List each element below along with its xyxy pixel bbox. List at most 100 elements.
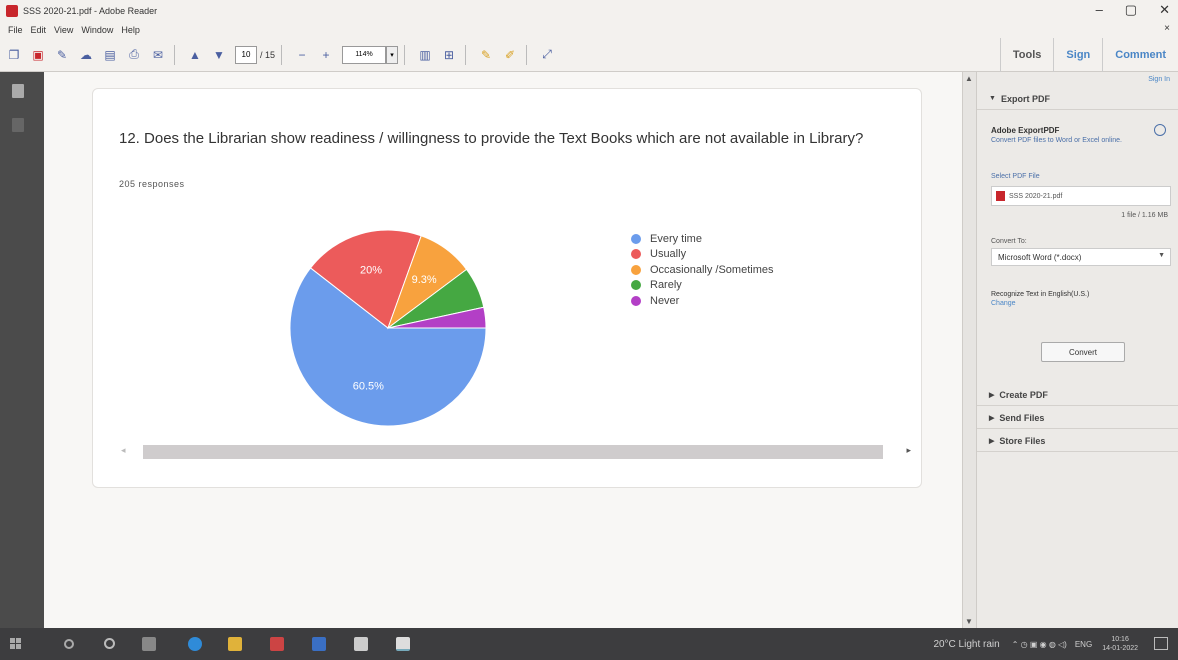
legend-swatch	[631, 264, 641, 275]
print-icon[interactable]: ⎙	[124, 45, 144, 65]
cortana-icon[interactable]	[104, 638, 115, 649]
legend-swatch	[631, 233, 641, 244]
create-pdf-label: Create PDF	[999, 389, 1048, 400]
menu-window[interactable]: Window	[81, 25, 113, 35]
system-tray: 20°C Light rain ⌃ ◷ ▣ ◉ ◍ ◁) ENG 10:16 1…	[933, 628, 1138, 660]
open-icon[interactable]: ❐	[4, 45, 24, 65]
save-icon[interactable]: ▤	[100, 45, 120, 65]
email-icon[interactable]: ✉	[148, 45, 168, 65]
clock[interactable]: 10:16 14-01-2022	[1102, 635, 1138, 653]
vertical-scrollbar[interactable]: ▲ ▼	[962, 72, 976, 628]
sign-tab[interactable]: Sign	[1053, 38, 1102, 72]
legend-swatch	[631, 295, 641, 306]
export-description: Convert PDF files to Word or Excel onlin…	[991, 137, 1122, 144]
adobe-reader-icon	[6, 5, 18, 17]
create-pdf-icon[interactable]: ▣	[28, 45, 48, 65]
clock-time: 10:16	[1111, 636, 1129, 643]
tools-tab[interactable]: Tools	[999, 38, 1054, 72]
close-document-button[interactable]: ×	[1164, 23, 1170, 34]
window-title: SSS 2020-21.pdf - Adobe Reader	[23, 6, 158, 16]
legend-label: Occasionally /Sometimes	[650, 263, 774, 276]
pdf-file-icon	[996, 191, 1005, 201]
edge-browser-icon[interactable]	[188, 637, 202, 651]
legend-swatch	[631, 249, 641, 260]
language-indicator[interactable]: ENG	[1075, 640, 1092, 649]
zoom-dropdown-icon[interactable]: ▾	[386, 45, 399, 64]
legend-label: Rarely	[650, 279, 682, 292]
fullscreen-icon[interactable]: ⤢	[537, 45, 557, 65]
weather-widget[interactable]: 20°C Light rain	[933, 639, 999, 650]
clock-date: 14-01-2022	[1102, 645, 1138, 652]
pie-data-label: 20%	[360, 265, 382, 277]
create-pdf-header[interactable]: ▶ Create PDF	[977, 384, 1178, 406]
scroll-up-icon[interactable]: ▲	[965, 74, 973, 83]
info-icon[interactable]	[1154, 124, 1166, 136]
selected-file-field[interactable]: SSS 2020-21.pdf	[991, 186, 1171, 206]
word-icon[interactable]	[312, 637, 326, 651]
scroll-right-icon[interactable]: ▸	[906, 445, 911, 456]
convert-format-select[interactable]: Microsoft Word (*.docx) ▼	[991, 248, 1171, 266]
menu-bar: File Edit View Window Help ×	[0, 22, 1178, 38]
search-icon[interactable]	[64, 639, 74, 649]
close-button[interactable]: ✕	[1159, 2, 1170, 18]
convert-to-label: Convert To:	[991, 238, 1027, 245]
windows-start-icon[interactable]	[10, 638, 22, 650]
send-files-label: Send Files	[999, 412, 1045, 423]
collapse-icon: ▼	[989, 95, 996, 102]
menu-file[interactable]: File	[8, 25, 23, 35]
page-number-input[interactable]: 10	[235, 45, 257, 64]
edit-icon[interactable]: ✎	[52, 45, 72, 65]
page-thumbnails-icon[interactable]	[12, 84, 24, 98]
fit-page-icon[interactable]: ▥	[415, 45, 435, 65]
taskbar: 20°C Light rain ⌃ ◷ ▣ ◉ ◍ ◁) ENG 10:16 1…	[0, 628, 1178, 660]
attachments-icon[interactable]	[12, 118, 24, 132]
comment-bubble-icon[interactable]: ✎	[476, 45, 496, 65]
document-app-icon[interactable]	[354, 637, 368, 651]
menu-view[interactable]: View	[54, 25, 73, 35]
legend-item: Every time	[631, 231, 774, 247]
zoom-in-icon[interactable]: +	[316, 45, 336, 65]
highlight-icon[interactable]: ✐	[500, 45, 520, 65]
convert-button[interactable]: Convert	[1041, 342, 1125, 362]
scrollbar-thumb[interactable]	[143, 445, 883, 459]
form-response-card: 12. Does the Librarian show readiness / …	[92, 88, 922, 488]
menu-help[interactable]: Help	[121, 25, 140, 35]
adobe-reader-window: SSS 2020-21.pdf - Adobe Reader – ▢ ✕ Fil…	[0, 0, 1178, 628]
previous-page-icon[interactable]: ▲	[185, 45, 205, 65]
zoom-out-icon[interactable]: −	[292, 45, 312, 65]
file-explorer-icon[interactable]	[228, 637, 242, 651]
tray-icons[interactable]: ⌃ ◷ ▣ ◉ ◍ ◁)	[1012, 640, 1067, 649]
fit-width-icon[interactable]: ⊞	[439, 45, 459, 65]
horizontal-scrollbar[interactable]: ◂ ▸	[121, 445, 911, 459]
cloud-upload-icon[interactable]: ☁	[76, 45, 96, 65]
legend-item: Never	[631, 293, 774, 309]
comment-tab[interactable]: Comment	[1102, 38, 1178, 72]
legend-label: Never	[650, 294, 680, 307]
adobe-reader-taskbar-icon[interactable]	[396, 637, 410, 651]
task-view-icon[interactable]	[142, 637, 156, 651]
sign-in-link[interactable]: Sign In	[1148, 76, 1170, 83]
tools-pane: Sign In ▼ Export PDF Adobe ExportPDF Con…	[976, 72, 1178, 628]
selected-file-name: SSS 2020-21.pdf	[1009, 192, 1063, 200]
legend-item: Usually	[631, 247, 774, 263]
send-files-header[interactable]: ▶ Send Files	[977, 407, 1178, 429]
file-size: 1 file / 1.16 MB	[1121, 212, 1168, 219]
convert-format-value: Microsoft Word (*.docx)	[998, 252, 1082, 262]
scroll-down-icon[interactable]: ▼	[965, 617, 973, 626]
page-total: / 15	[260, 49, 276, 60]
change-language-link[interactable]: Change	[991, 300, 1016, 307]
zoom-input[interactable]: 114%	[342, 45, 387, 64]
chart-legend: Every time Usually Occasionally /Sometim…	[631, 231, 774, 309]
next-page-icon[interactable]: ▼	[209, 45, 229, 65]
notification-icon[interactable]	[1154, 637, 1168, 650]
recognize-text-label: Recognize Text in English(U.S.)	[991, 291, 1090, 298]
paint-icon[interactable]	[270, 637, 284, 651]
scroll-left-icon[interactable]: ◂	[121, 445, 126, 456]
menu-edit[interactable]: Edit	[31, 25, 47, 35]
legend-swatch	[631, 280, 641, 291]
export-service-title: Adobe ExportPDF	[991, 126, 1060, 135]
maximize-button[interactable]: ▢	[1125, 2, 1137, 18]
minimize-button[interactable]: –	[1096, 2, 1103, 18]
export-pdf-header[interactable]: ▼ Export PDF	[977, 88, 1178, 110]
store-files-header[interactable]: ▶ Store Files	[977, 430, 1178, 452]
